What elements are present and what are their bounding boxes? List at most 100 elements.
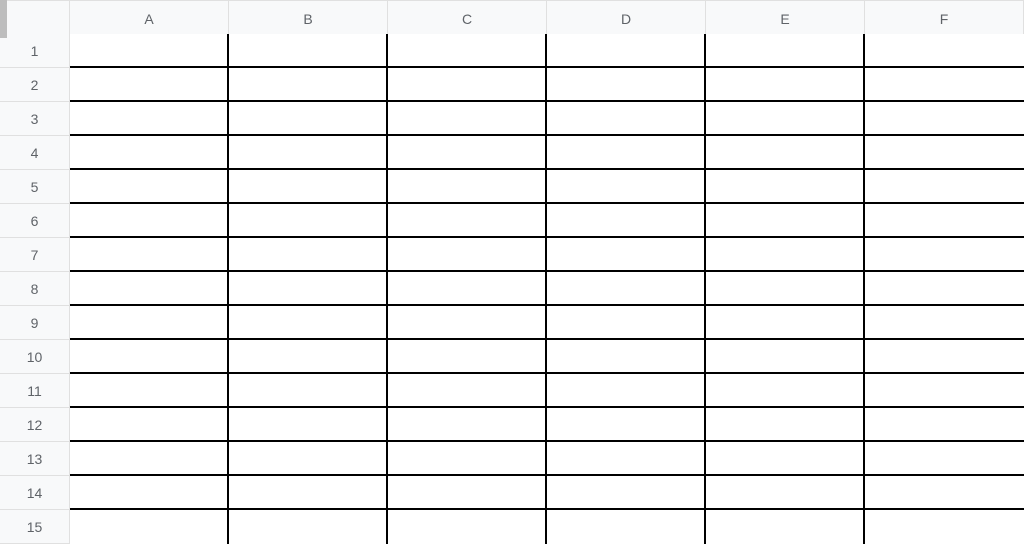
cell[interactable]	[70, 476, 229, 510]
row-header[interactable]: 4	[0, 136, 70, 170]
cell[interactable]	[547, 68, 706, 102]
row-header[interactable]: 14	[0, 476, 70, 510]
cell[interactable]	[229, 102, 388, 136]
row-header[interactable]: 2	[0, 68, 70, 102]
cell[interactable]	[70, 68, 229, 102]
row-header[interactable]: 6	[0, 204, 70, 238]
cell[interactable]	[865, 340, 1024, 374]
cell[interactable]	[547, 34, 706, 68]
cell[interactable]	[547, 204, 706, 238]
row-header[interactable]: 1	[0, 34, 70, 68]
cell[interactable]	[70, 238, 229, 272]
cell[interactable]	[229, 306, 388, 340]
cell[interactable]	[547, 170, 706, 204]
cell[interactable]	[865, 68, 1024, 102]
cell[interactable]	[70, 374, 229, 408]
cell[interactable]	[388, 306, 547, 340]
cell[interactable]	[229, 204, 388, 238]
cell[interactable]	[547, 476, 706, 510]
cell[interactable]	[865, 238, 1024, 272]
cell[interactable]	[229, 408, 388, 442]
cell[interactable]	[547, 442, 706, 476]
cell[interactable]	[706, 442, 865, 476]
cell[interactable]	[706, 102, 865, 136]
cell[interactable]	[547, 136, 706, 170]
cell[interactable]	[706, 204, 865, 238]
cell[interactable]	[388, 476, 547, 510]
cell[interactable]	[388, 510, 547, 544]
cell[interactable]	[547, 374, 706, 408]
cell[interactable]	[706, 238, 865, 272]
cell[interactable]	[229, 442, 388, 476]
cell[interactable]	[547, 102, 706, 136]
cell[interactable]	[388, 340, 547, 374]
row-header[interactable]: 15	[0, 510, 70, 544]
cell[interactable]	[865, 510, 1024, 544]
column-header[interactable]: F	[865, 0, 1024, 38]
cell[interactable]	[706, 68, 865, 102]
cell[interactable]	[706, 136, 865, 170]
cell[interactable]	[388, 238, 547, 272]
cell[interactable]	[865, 136, 1024, 170]
column-header[interactable]: B	[229, 0, 388, 38]
cell[interactable]	[865, 306, 1024, 340]
row-header[interactable]: 3	[0, 102, 70, 136]
column-header[interactable]: E	[706, 0, 865, 38]
row-header[interactable]: 10	[0, 340, 70, 374]
cell[interactable]	[70, 306, 229, 340]
cell[interactable]	[865, 272, 1024, 306]
cell[interactable]	[70, 204, 229, 238]
cell[interactable]	[70, 442, 229, 476]
cell[interactable]	[547, 272, 706, 306]
cell[interactable]	[865, 102, 1024, 136]
row-header[interactable]: 5	[0, 170, 70, 204]
row-header[interactable]: 9	[0, 306, 70, 340]
cell[interactable]	[706, 272, 865, 306]
cell[interactable]	[865, 442, 1024, 476]
cell[interactable]	[229, 510, 388, 544]
row-header[interactable]: 8	[0, 272, 70, 306]
cell[interactable]	[706, 510, 865, 544]
cell[interactable]	[70, 408, 229, 442]
cell[interactable]	[388, 68, 547, 102]
cell[interactable]	[706, 476, 865, 510]
cell[interactable]	[706, 374, 865, 408]
cell[interactable]	[70, 136, 229, 170]
cell[interactable]	[388, 102, 547, 136]
column-header[interactable]: C	[388, 0, 547, 38]
column-header[interactable]: D	[547, 0, 706, 38]
cell[interactable]	[70, 510, 229, 544]
select-all-corner[interactable]	[0, 0, 70, 38]
cell[interactable]	[388, 408, 547, 442]
cell[interactable]	[547, 238, 706, 272]
cell[interactable]	[229, 238, 388, 272]
cell[interactable]	[229, 476, 388, 510]
cell[interactable]	[229, 340, 388, 374]
cell[interactable]	[706, 170, 865, 204]
cell[interactable]	[547, 510, 706, 544]
cell[interactable]	[229, 272, 388, 306]
cell[interactable]	[388, 136, 547, 170]
cell[interactable]	[70, 272, 229, 306]
row-header[interactable]: 7	[0, 238, 70, 272]
row-header[interactable]: 12	[0, 408, 70, 442]
cell[interactable]	[70, 170, 229, 204]
cell[interactable]	[229, 34, 388, 68]
cell[interactable]	[547, 340, 706, 374]
cell[interactable]	[388, 204, 547, 238]
cell[interactable]	[70, 102, 229, 136]
row-header[interactable]: 11	[0, 374, 70, 408]
cell[interactable]	[70, 34, 229, 68]
cell[interactable]	[706, 408, 865, 442]
cell[interactable]	[865, 204, 1024, 238]
cell[interactable]	[706, 340, 865, 374]
column-header[interactable]: A	[70, 0, 229, 38]
cell[interactable]	[388, 170, 547, 204]
row-header[interactable]: 13	[0, 442, 70, 476]
cell[interactable]	[229, 136, 388, 170]
cell[interactable]	[388, 442, 547, 476]
cell[interactable]	[70, 340, 229, 374]
cell[interactable]	[229, 68, 388, 102]
cell[interactable]	[388, 34, 547, 68]
cell[interactable]	[865, 408, 1024, 442]
